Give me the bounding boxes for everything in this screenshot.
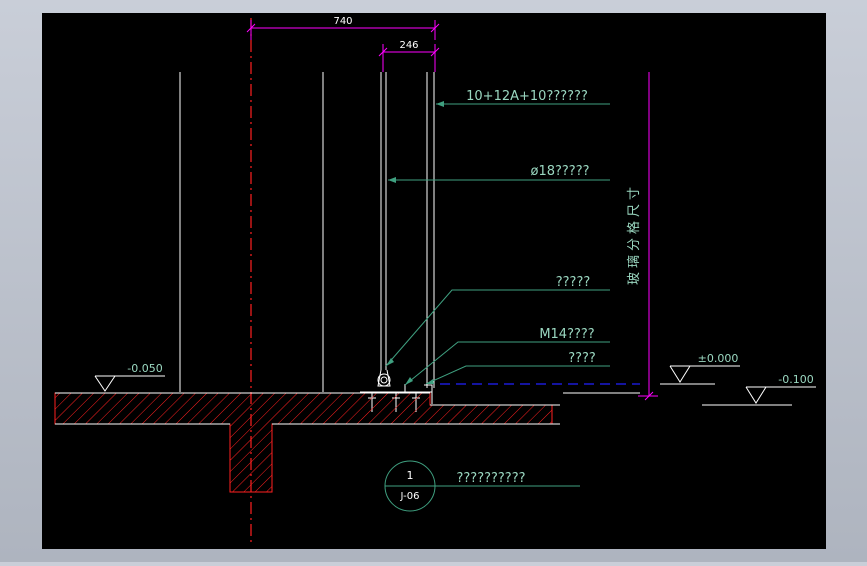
cad-viewport[interactable]: 740 246 玻璃分格尺寸 10+12A+10?????? ø18????? … [0,0,867,562]
level-left-label: -0.050 [127,362,162,375]
rod-spec-label: ø18????? [531,164,590,179]
glass-spec-label: 10+12A+10?????? [466,89,588,104]
level-datum-label: ±0.000 [698,352,739,365]
part-a-label: ????? [556,275,591,290]
part-b-label: ???? [568,351,596,366]
dimension-overall-label: 740 [333,16,352,27]
detail-title: ?????????? [457,471,526,486]
drawing-canvas[interactable]: 740 246 玻璃分格尺寸 10+12A+10?????? ø18????? … [0,0,867,562]
glass-module-label: 玻璃分格尺寸 [626,183,642,285]
detail-sheet: J-06 [400,491,420,502]
level-right-label: -0.100 [778,373,813,386]
detail-number: 1 [407,469,414,482]
dimension-profile-label: 246 [399,40,418,51]
anchor-bolt-label: M14???? [539,327,594,342]
